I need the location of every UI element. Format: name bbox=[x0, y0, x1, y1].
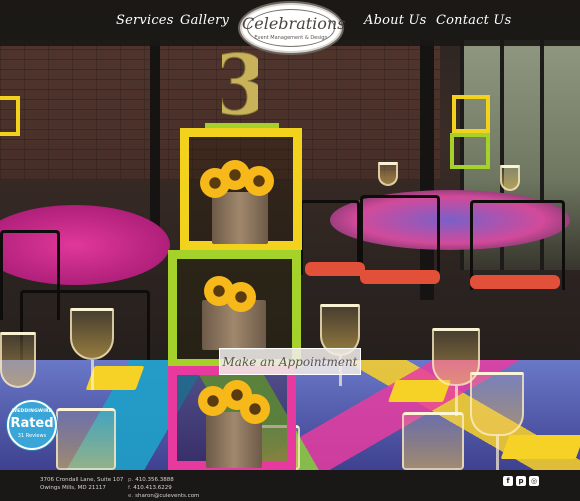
yellow-napkin bbox=[85, 366, 145, 390]
footer-contact: p. 410.356.3888 f. 410.413.6229 e. sharon@c… bbox=[128, 476, 199, 500]
chair bbox=[360, 195, 440, 280]
badge-reviews: 31 Reviews bbox=[17, 433, 47, 439]
badge-brand: WEDDINGWIRE bbox=[11, 409, 53, 414]
nav-gallery-link[interactable]: Gallery bbox=[180, 13, 229, 28]
address-line-2: Owings Mills, MD 21117 bbox=[40, 485, 106, 491]
yellow-napkin bbox=[500, 435, 580, 459]
email-prefix: e. bbox=[128, 493, 134, 499]
wine-glass bbox=[0, 332, 36, 388]
phone-prefix: p. bbox=[128, 477, 134, 483]
phone-number[interactable]: 410.356.3888 bbox=[135, 477, 174, 483]
chair-cushion bbox=[360, 270, 440, 284]
wine-glass bbox=[500, 165, 520, 191]
address-line-1: 3706 Crondall Lane, Suite 107 bbox=[40, 477, 124, 483]
fax-number: 410.413.6229 bbox=[133, 485, 172, 491]
wine-glass bbox=[470, 372, 524, 436]
footer-address: 3706 Crondall Lane, Suite 107 Owings Mil… bbox=[40, 476, 123, 492]
chair-cushion bbox=[305, 262, 365, 276]
pinterest-icon[interactable]: p bbox=[516, 476, 526, 486]
background-centerpiece bbox=[0, 96, 20, 136]
email-link[interactable]: sharon@cuievents.com bbox=[135, 493, 199, 499]
nav-about-us-link[interactable]: About Us bbox=[364, 13, 427, 28]
wine-glass bbox=[70, 308, 114, 360]
weddingwire-rated-badge[interactable]: WEDDINGWIRE Rated 31 Reviews bbox=[7, 400, 57, 450]
table-number-3: 3 bbox=[222, 44, 258, 126]
sunflower bbox=[240, 394, 270, 424]
footer-email: e. sharon@cuievents.com bbox=[128, 492, 199, 500]
celebrations-logo[interactable]: Celebrations Event Management & Design bbox=[240, 3, 346, 53]
yellow-napkin bbox=[387, 380, 452, 402]
chair-cushion bbox=[470, 275, 560, 289]
background-centerpiece bbox=[452, 95, 490, 133]
glass-stem bbox=[91, 360, 94, 390]
nav-services-link[interactable]: Services bbox=[116, 13, 174, 28]
site-footer: 3706 Crondall Lane, Suite 107 Owings Mil… bbox=[0, 470, 580, 501]
footer-fax: f. 410.413.6229 bbox=[128, 484, 199, 492]
instagram-icon[interactable]: ◎ bbox=[529, 476, 539, 486]
badge-title: Rated bbox=[10, 416, 54, 431]
fax-prefix: f. bbox=[128, 485, 132, 491]
background-centerpiece bbox=[450, 133, 490, 169]
logo-tagline: Event Management & Design bbox=[254, 35, 328, 41]
water-glass bbox=[402, 412, 464, 470]
sunflower bbox=[226, 282, 256, 312]
facebook-icon[interactable]: f bbox=[503, 476, 513, 486]
hero-photo: 3 bbox=[0, 0, 580, 470]
glass-stem bbox=[496, 436, 499, 470]
wooden-vase bbox=[212, 192, 268, 244]
pillar bbox=[150, 40, 160, 240]
sunflower bbox=[244, 166, 274, 196]
logo-wordmark: Celebrations bbox=[242, 14, 346, 33]
water-glass bbox=[56, 408, 116, 470]
nav-contact-us-link[interactable]: Contact Us bbox=[436, 13, 511, 28]
wine-glass bbox=[378, 162, 398, 186]
make-appointment-button[interactable]: Make an Appointment bbox=[219, 348, 361, 375]
footer-phone: p. 410.356.3888 bbox=[128, 476, 199, 484]
svg-text:3: 3 bbox=[222, 44, 258, 126]
